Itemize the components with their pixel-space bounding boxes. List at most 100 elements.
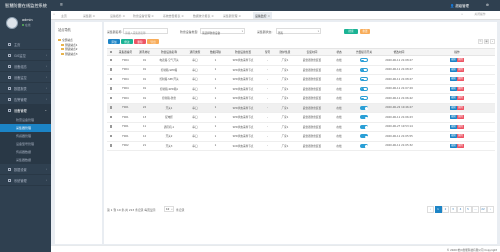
table-row[interactable]: F004 01 控制箱-SPD箱 串口 1 SPD状态采样节点 - 厂家1 避雷器防雷装置 在线 2… <box>107 65 495 75</box>
tab-item[interactable]: 防雷设备管理 ⊗ <box>131 12 156 19</box>
edit-row-button[interactable]: 编辑 <box>450 96 457 101</box>
sidebar-item[interactable]: 告警管理 ‹ <box>0 94 51 105</box>
delete-row-button[interactable]: 删除 <box>457 105 464 110</box>
column-header[interactable] <box>107 48 115 56</box>
edit-row-button[interactable]: 编辑 <box>450 115 457 120</box>
edit-row-button[interactable]: 编辑 <box>450 105 457 110</box>
delete-row-button[interactable]: 删除 <box>457 115 464 120</box>
page-button[interactable]: 1 <box>434 206 442 213</box>
row-checkbox[interactable] <box>109 134 113 138</box>
settings-icon[interactable]: ⚙ <box>486 3 489 7</box>
tree-node[interactable]: 全部站点 <box>58 38 73 42</box>
avatar[interactable] <box>6 17 18 29</box>
table-row[interactable]: F001 13 配电柜 串口 1 SPD状态采样节点 - 厂家1 避雷器防雷装置 在线 2020-0… <box>107 112 495 123</box>
row-checkbox[interactable] <box>109 115 113 119</box>
page-button[interactable]: 5 <box>464 206 472 213</box>
tab-item[interactable]: 采集器管理 ⊗ <box>221 12 243 19</box>
close-icon[interactable]: ⊗ <box>93 14 95 18</box>
row-checkbox[interactable] <box>109 87 113 90</box>
alert-toggle[interactable] <box>360 67 368 72</box>
user-menu[interactable]: 👤 超级管理 <box>450 3 469 8</box>
page-button[interactable]: 4 <box>457 206 464 213</box>
search-button[interactable]: 搜索 <box>344 28 358 34</box>
alert-toggle[interactable] <box>360 124 368 129</box>
row-checkbox[interactable] <box>109 96 113 100</box>
delete-row-button[interactable]: 删除 <box>457 134 464 139</box>
table-row[interactable]: F002 21 开关3 串口 1 SCR状态采样节点 - 厂家1 避雷器防雷装置 在线 2020-0… <box>107 141 495 151</box>
reset-button[interactable]: 重置 <box>360 28 370 34</box>
tab-item[interactable]: 系统告警报表 ⊗ <box>161 12 186 19</box>
close-icon[interactable]: ⊗ <box>151 14 153 18</box>
prev-page-button[interactable]: ‹ <box>427 206 434 213</box>
close-icon[interactable]: ⊗ <box>238 14 240 18</box>
row-checkbox[interactable] <box>109 144 113 147</box>
next-page-button[interactable]: › <box>487 206 494 213</box>
sidebar-subitem[interactable]: 采集器数据 <box>0 156 51 164</box>
edit-row-button[interactable]: 编辑 <box>450 124 457 129</box>
edit-row-button[interactable]: 编辑 <box>450 77 457 82</box>
tab-item[interactable]: 数据统计报表 ⊗ <box>191 12 216 19</box>
table-row[interactable]: F004 01 控制箱-SPD开关 串口 1 SPD状态采样节点 - 厂家1 避雷器防雷装置 在线… <box>107 74 495 85</box>
tree-node[interactable]: 测试站点1 <box>61 43 77 47</box>
sidebar-item[interactable]: GIS监控 ‹ <box>0 50 51 61</box>
refresh-icon[interactable]: ↻ <box>478 39 483 44</box>
select-all-checkbox[interactable] <box>109 50 113 54</box>
edit-button[interactable]: 修改 <box>121 39 133 44</box>
status-filter-select[interactable]: 所有 <box>276 28 321 35</box>
sidebar-subitem[interactable]: 防雷设备管理 <box>0 116 51 124</box>
sidebar-item[interactable]: 设备组态 ‹ <box>0 61 51 72</box>
alert-toggle[interactable] <box>360 143 368 148</box>
close-icon[interactable]: ⊗ <box>181 14 183 18</box>
sidebar-subitem[interactable]: 传感器数据 <box>0 148 51 156</box>
table-row[interactable]: F004 01 控制箱-防雷 串口 1 SPD状态采样节点 - 厂家1 避雷器防雷装置 在线 202… <box>107 93 495 104</box>
sidebar-subitem[interactable]: 设备型号管理 <box>0 140 51 148</box>
row-checkbox[interactable] <box>109 125 113 128</box>
export-button[interactable]: 导出 <box>147 39 159 44</box>
delete-row-button[interactable]: 删除 <box>457 86 464 91</box>
tab-scroll-left-icon[interactable]: « <box>51 12 57 19</box>
tab-item[interactable]: 设备拓扑 ⊗ <box>108 12 127 19</box>
alert-toggle[interactable] <box>360 105 368 110</box>
sidebar-item[interactable]: 设备监控 ‹ <box>0 72 51 83</box>
sidebar-item[interactable]: 数据报表 ‹ <box>0 83 51 94</box>
tree-node[interactable]: 测试站点2 <box>61 47 77 51</box>
alert-toggle[interactable] <box>360 115 368 120</box>
table-row[interactable]: F004 01 电表箱-空气开关 串口 1 SPD状态采样节点 - 厂家1 避雷器防雷装置 在线 2… <box>107 55 495 66</box>
edit-row-button[interactable]: 编辑 <box>450 143 457 148</box>
delete-row-button[interactable]: 删除 <box>457 143 464 148</box>
page-size-select[interactable]: 10 <box>164 206 174 212</box>
edit-row-button[interactable]: 编辑 <box>450 86 457 91</box>
table-row[interactable]: F004 01 控制箱-SPD箱1 串口 1 SPD状态采样节点 - 厂家1 避雷器防雷装置 在线… <box>107 84 495 94</box>
delete-row-button[interactable]: 删除 <box>457 67 464 72</box>
sidebar-item[interactable]: 系统管理 ‹ <box>0 175 51 186</box>
table-row[interactable]: F001 12 开关2 串口 1 SPD状态采样节点 - 厂家1 避雷器防雷装置 在线 2020-0… <box>107 131 495 142</box>
page-button[interactable]: 3 <box>449 206 457 213</box>
edit-row-button[interactable]: 编辑 <box>450 134 457 139</box>
sidebar-subitem[interactable]: 采集器管理 <box>0 124 51 132</box>
row-checkbox[interactable] <box>109 106 113 109</box>
alert-toggle[interactable] <box>360 96 368 101</box>
close-icon[interactable]: ⊗ <box>123 14 125 18</box>
page-button[interactable]: ... <box>472 206 479 213</box>
tab-item[interactable]: 采集器 ⊗ <box>81 12 97 19</box>
sidebar-item[interactable]: 主页 <box>0 39 51 50</box>
tree-node[interactable]: 测试站点3 <box>61 52 77 56</box>
delete-row-button[interactable]: 删除 <box>457 96 464 101</box>
delete-row-button[interactable]: 删除 <box>457 77 464 82</box>
page-button[interactable]: 22 <box>479 206 487 213</box>
tab-item[interactable]: 设备监控 ⊗ <box>253 12 272 19</box>
sidebar-subitem[interactable]: 传感器管理 <box>0 132 51 140</box>
alert-toggle[interactable] <box>360 86 368 91</box>
row-checkbox[interactable] <box>109 68 113 71</box>
delete-row-button[interactable]: 删除 <box>457 124 464 129</box>
close-icon[interactable]: ⊗ <box>268 14 270 18</box>
alert-toggle[interactable] <box>360 58 368 63</box>
delete-row-button[interactable]: 删除 <box>457 58 464 63</box>
menu-toggle-icon[interactable]: ☰ <box>60 3 63 7</box>
search-toggle-icon[interactable]: ⌕ <box>490 39 495 44</box>
alert-toggle[interactable] <box>360 134 368 139</box>
row-checkbox[interactable] <box>109 58 113 62</box>
name-filter-input[interactable]: 请输入采集器名称 <box>123 28 168 35</box>
delete-button[interactable]: 删除 <box>134 39 146 44</box>
sidebar-item[interactable]: 数据设置 ‹ <box>0 164 51 175</box>
